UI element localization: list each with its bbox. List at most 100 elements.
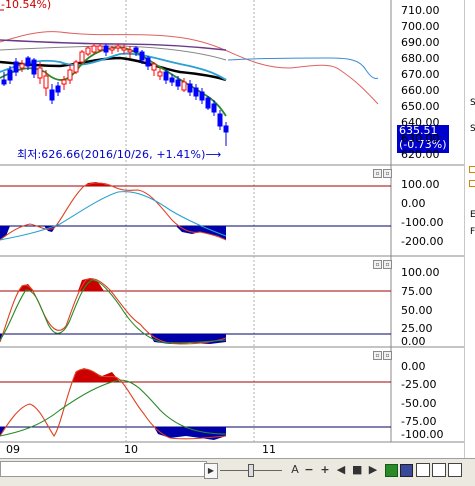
layout-icon[interactable]	[432, 463, 446, 477]
osc2_axis-tick: 75.00	[401, 285, 433, 298]
osc1_axis-tick: 0.00	[401, 197, 426, 210]
candle-body	[217, 113, 223, 127]
font-button[interactable]: A	[290, 463, 300, 477]
candle-body	[55, 85, 61, 93]
x-label-11: 11	[262, 443, 276, 456]
save-icon[interactable]	[400, 464, 413, 477]
candle-body	[61, 79, 67, 85]
grid-icon[interactable]	[448, 463, 462, 477]
osc3_axis-tick: -50.00	[401, 397, 437, 410]
stock-chart-window: -10.54%) 최저:626.66(2016/10/26, +1.41%)⟶ …	[0, 0, 475, 486]
osc1_axis-tick: 100.00	[401, 178, 440, 191]
osc2_axis-tick: 50.00	[401, 304, 433, 317]
osc2_axis-tick: 25.00	[401, 322, 433, 335]
zoom-out-button[interactable]: −	[304, 463, 314, 477]
oscillator-panel-2	[0, 278, 391, 345]
bottom-toolbar: ▶ A − + ◀ ■ ▶	[0, 458, 475, 486]
candle-body	[181, 81, 187, 91]
osc2-minimize-button[interactable]: ▫	[373, 260, 382, 269]
candle-body	[151, 63, 157, 71]
candle-body	[79, 51, 85, 63]
price_axis-tick: 700.00	[401, 20, 440, 33]
candle-body	[97, 45, 103, 51]
candle-body	[7, 69, 13, 81]
candle-body	[37, 67, 43, 79]
candle-body	[157, 71, 163, 77]
price_axis-tick: 710.00	[401, 4, 440, 17]
top-change-label: -10.54%)	[1, 0, 52, 11]
candle-body	[193, 87, 199, 97]
price_axis-tick: 650.00	[401, 100, 440, 113]
candle-body	[31, 59, 37, 75]
osc2_axis-tick: 0.00	[401, 335, 426, 348]
price_axis-tick: 620.00	[401, 148, 440, 161]
oscillator-panel-1	[0, 182, 391, 241]
candle-body	[109, 47, 115, 51]
candle-body	[133, 47, 139, 53]
price_axis-tick: 690.00	[401, 36, 440, 49]
candle-body	[187, 83, 193, 93]
osc1-close-button[interactable]: ▫	[383, 169, 392, 178]
osc1_axis-tick: -100.00	[401, 216, 444, 229]
zoom-in-button[interactable]: +	[320, 463, 330, 477]
candle-body	[175, 79, 181, 87]
zoom-slider[interactable]	[220, 464, 282, 477]
candle-body	[169, 77, 175, 83]
osc1-minimize-button[interactable]: ▫	[373, 169, 382, 178]
right-char-2: S	[470, 124, 475, 134]
scroll-right-button[interactable]: ▶	[204, 463, 218, 479]
osc1_axis-tick: -200.00	[401, 235, 444, 248]
next-button[interactable]: ▶	[368, 463, 378, 477]
candle-body	[163, 71, 169, 81]
right-char-1: S	[470, 98, 475, 108]
candle-body	[199, 91, 205, 101]
candle-body	[103, 45, 109, 53]
osc3-minimize-button[interactable]: ▫	[373, 351, 382, 360]
candle-body	[139, 51, 145, 61]
oscillator-panel-3	[0, 368, 391, 440]
price_axis-tick: 630.00	[401, 132, 440, 145]
price_axis-tick: 660.00	[401, 84, 440, 97]
x-label-10: 10	[124, 443, 138, 456]
osc3_axis-tick: -75.00	[401, 415, 437, 428]
candle-body	[205, 97, 211, 109]
osc2-close-button[interactable]: ▫	[383, 260, 392, 269]
prev-button[interactable]: ◀	[336, 463, 346, 477]
candle-body	[121, 47, 127, 51]
price_axis-tick: 680.00	[401, 52, 440, 65]
right-char-3: E	[470, 210, 475, 220]
candle-body	[67, 69, 73, 81]
osc3_axis-tick: -100.00	[401, 428, 444, 441]
osc3_axis-tick: -25.00	[401, 378, 437, 391]
candle-body	[73, 61, 79, 73]
osc3-close-button[interactable]: ▫	[383, 351, 392, 360]
chart-settings-icon[interactable]	[416, 463, 430, 477]
price_axis-tick: 640.00	[401, 116, 440, 129]
candle-body	[145, 57, 151, 67]
excel-export-icon[interactable]	[385, 464, 398, 477]
candle-body	[85, 47, 91, 55]
horizontal-scrollbar[interactable]	[0, 461, 207, 477]
right-char-4: F	[470, 227, 475, 237]
low-annotation: 최저:626.66(2016/10/26, +1.41%)⟶	[17, 148, 222, 161]
candle-body	[25, 57, 31, 67]
candle-body	[19, 63, 25, 69]
osc2-green-line	[0, 279, 227, 344]
price_axis-tick: 670.00	[401, 68, 440, 81]
candle-body	[13, 61, 19, 73]
candle-body	[1, 79, 7, 85]
candle-body	[43, 75, 49, 89]
stop-button[interactable]: ■	[352, 463, 362, 477]
zoom-slider-thumb[interactable]	[248, 464, 254, 477]
x-label-09: 09	[6, 443, 20, 456]
candle-body	[127, 49, 133, 53]
osc3_axis-tick: 0.00	[401, 360, 426, 373]
price-panel	[0, 9, 379, 146]
right-marker-icon	[469, 166, 475, 173]
osc2_axis-tick: 100.00	[401, 266, 440, 279]
candle-body	[211, 103, 217, 113]
candle-body	[49, 89, 55, 101]
candle-body	[115, 45, 121, 49]
candle-body	[91, 45, 97, 53]
right-marker-icon-2	[469, 180, 475, 187]
